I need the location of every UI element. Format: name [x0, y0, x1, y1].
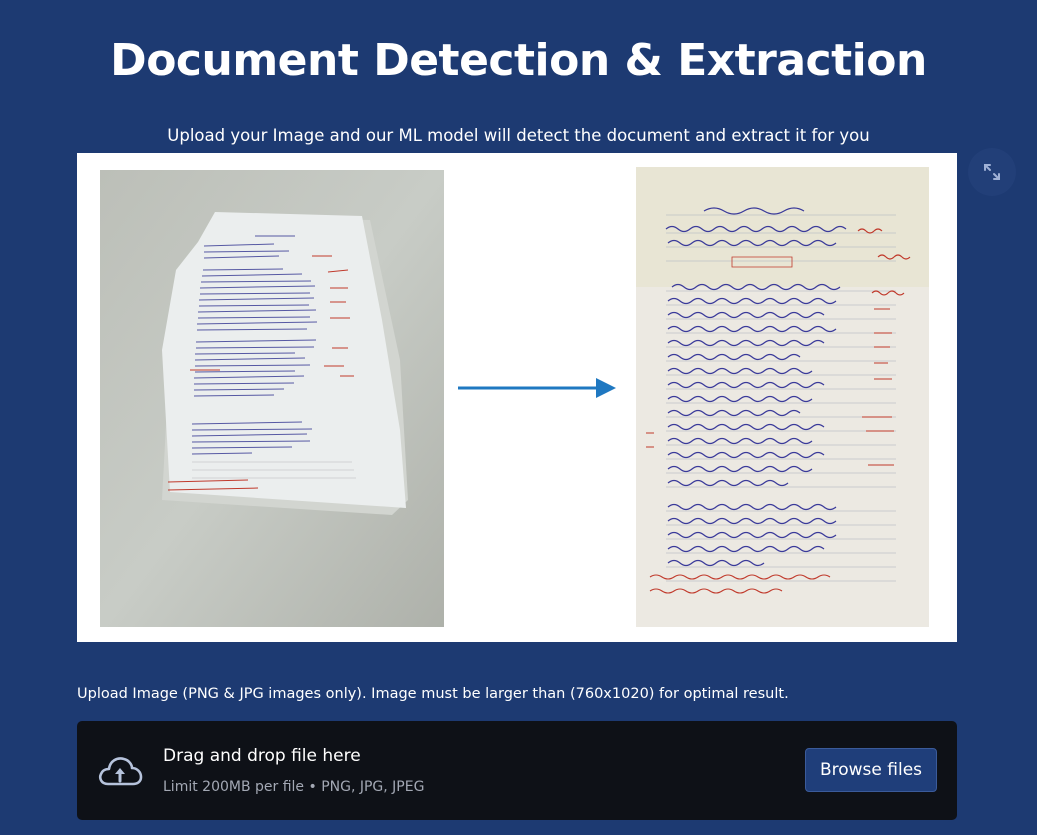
dropzone-limit: Limit 200MB per file • PNG, JPG, JPEG: [163, 779, 425, 795]
extracted-document: [636, 167, 929, 627]
right-arrow-icon: [458, 378, 616, 398]
cloud-upload-icon: [98, 757, 143, 786]
original-photo: [100, 170, 444, 627]
page-title: Document Detection & Extraction: [110, 35, 927, 86]
dropzone-title: Drag and drop file here: [163, 746, 361, 766]
browse-files-button[interactable]: Browse files: [805, 748, 937, 792]
result-image-panel: [77, 153, 957, 642]
page-subtitle: Upload your Image and our ML model will …: [167, 126, 870, 145]
fullscreen-button[interactable]: [968, 148, 1016, 196]
file-dropzone[interactable]: Drag and drop file here Limit 200MB per …: [77, 721, 957, 820]
expand-arrows-icon: [984, 164, 1000, 180]
app-page: Document Detection & Extraction Upload y…: [0, 0, 1037, 835]
upload-instructions: Upload Image (PNG & JPG images only). Im…: [77, 686, 789, 702]
